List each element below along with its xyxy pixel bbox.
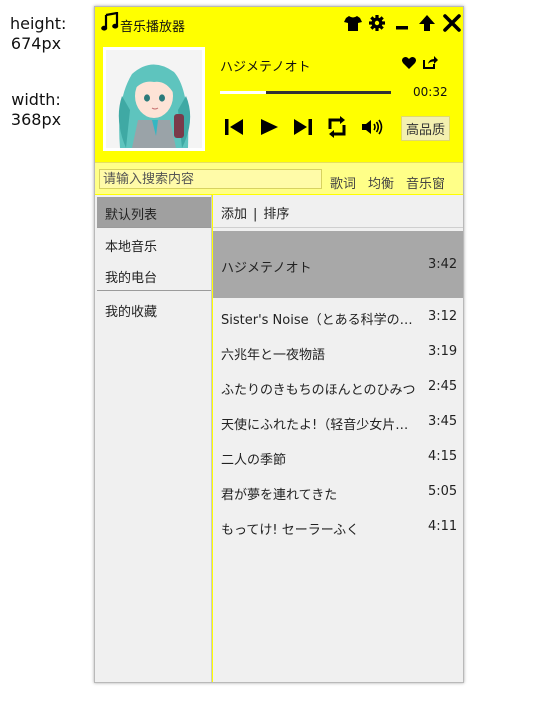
progress-fill xyxy=(220,91,267,94)
loop-button[interactable] xyxy=(326,115,348,139)
song-row[interactable]: 君が夢を連れてきた 5:05 xyxy=(213,474,463,509)
volume-button[interactable] xyxy=(361,115,383,139)
song-title: ふたりのきもちのほんとのひみつ xyxy=(221,383,416,398)
song-title: ハジメテノオト xyxy=(221,261,312,276)
sidebar-item-favorites[interactable]: 我的收藏 xyxy=(97,294,211,324)
play-icon xyxy=(261,119,278,135)
tab-lyrics[interactable]: 歌词 xyxy=(330,173,356,192)
title-bar[interactable]: 音乐播放器 xyxy=(95,7,463,41)
tab-equalizer[interactable]: 均衡 xyxy=(368,173,394,192)
song-title: 君が夢を連れてきた xyxy=(221,488,338,503)
song-duration: 3:12 xyxy=(428,309,458,324)
music-player-window: 音乐播放器 ハジメテノオト 00:32 高品质 请输入搜索内容 歌词 均衡 音乐… xyxy=(94,6,464,683)
song-title: 六兆年と一夜物語 xyxy=(221,348,326,363)
share-icon xyxy=(423,56,438,69)
add-button[interactable]: 添加 xyxy=(221,207,247,222)
skip-forward-icon xyxy=(294,119,312,135)
toolbar-separator: | xyxy=(253,207,258,222)
song-title: 天使にふれたよ!（轻音少女片尾曲） xyxy=(221,418,421,433)
next-button[interactable] xyxy=(292,115,314,139)
width-annotation: width: 368px xyxy=(10,90,62,130)
share-button[interactable] xyxy=(422,54,438,70)
header-divider xyxy=(213,227,463,228)
sort-button[interactable]: 排序 xyxy=(263,207,289,222)
gear-icon xyxy=(369,15,385,31)
play-button[interactable] xyxy=(258,115,280,139)
arrow-up-icon xyxy=(419,15,435,31)
song-duration: 4:11 xyxy=(428,519,458,534)
song-duration: 2:45 xyxy=(428,379,458,394)
close-button[interactable] xyxy=(442,13,462,33)
progress-bar[interactable] xyxy=(220,91,391,94)
song-duration: 3:19 xyxy=(428,344,458,359)
song-title: もってけ! セーラーふく xyxy=(221,523,360,538)
now-playing-title: ハジメテノオト xyxy=(220,60,311,75)
favorite-button[interactable] xyxy=(401,55,417,71)
music-note-icon xyxy=(101,11,119,32)
previous-button[interactable] xyxy=(223,115,245,139)
repeat-icon xyxy=(328,116,346,138)
sidebar-divider xyxy=(97,290,211,291)
tab-music-window[interactable]: 音乐窗 xyxy=(406,173,445,192)
search-bar: 歌词 均衡 音乐窗 xyxy=(95,162,463,194)
playlist-toolbar: 添加 | 排序 xyxy=(221,203,289,222)
song-title: Sister's Noise（とある科学の超電磁砲S） xyxy=(221,313,421,328)
mini-mode-button[interactable] xyxy=(417,13,437,33)
volume-icon xyxy=(362,119,383,135)
width-annotation-text: width: 368px xyxy=(10,90,62,129)
song-duration: 4:15 xyxy=(428,449,458,464)
song-row[interactable]: ハジメテノオト 3:42 xyxy=(213,231,463,298)
minimize-icon xyxy=(396,26,408,30)
song-title: 二人の季節 xyxy=(221,453,287,468)
album-art-image xyxy=(106,50,202,148)
skip-back-icon xyxy=(225,119,243,135)
skin-button[interactable] xyxy=(343,13,363,33)
playlist-panel: 添加 | 排序 ハジメテノオト 3:42 Sister's Noise（とある科学の… xyxy=(213,195,463,682)
tshirt-icon xyxy=(344,16,362,31)
sidebar-item-default-list[interactable]: 默认列表 xyxy=(97,197,211,227)
sidebar-divider xyxy=(97,227,211,228)
song-duration: 3:42 xyxy=(428,257,458,272)
song-row[interactable]: ふたりのきもちのほんとのひみつ 2:45 xyxy=(213,369,463,404)
current-time: 00:32 xyxy=(413,85,448,99)
song-row[interactable]: 二人の季節 4:15 xyxy=(213,439,463,474)
song-duration: 3:45 xyxy=(428,414,458,429)
song-row[interactable]: Sister's Noise（とある科学の超電磁砲S） 3:12 xyxy=(213,299,463,334)
sidebar-item-radio[interactable]: 我的电台 xyxy=(97,260,211,290)
song-duration: 5:05 xyxy=(428,484,458,499)
height-annotation-text: height: 674px xyxy=(10,14,67,53)
song-row[interactable]: もってけ! セーラーふく 4:11 xyxy=(213,509,463,544)
close-icon xyxy=(443,14,461,32)
album-cover xyxy=(103,47,205,151)
sidebar-item-local-music[interactable]: 本地音乐 xyxy=(97,229,211,259)
height-annotation: height: 674px xyxy=(10,14,67,54)
quality-button[interactable]: 高品质 xyxy=(401,116,451,141)
app-title: 音乐播放器 xyxy=(120,20,186,35)
sidebar: 默认列表 本地音乐 我的电台 我的收藏 xyxy=(95,195,212,682)
song-row[interactable]: 天使にふれたよ!（轻音少女片尾曲） 3:45 xyxy=(213,404,463,439)
song-row[interactable]: 六兆年と一夜物語 3:19 xyxy=(213,334,463,369)
minimize-button[interactable] xyxy=(393,13,413,33)
settings-button[interactable] xyxy=(367,13,387,33)
heart-icon xyxy=(402,56,416,69)
search-input[interactable] xyxy=(99,169,322,189)
